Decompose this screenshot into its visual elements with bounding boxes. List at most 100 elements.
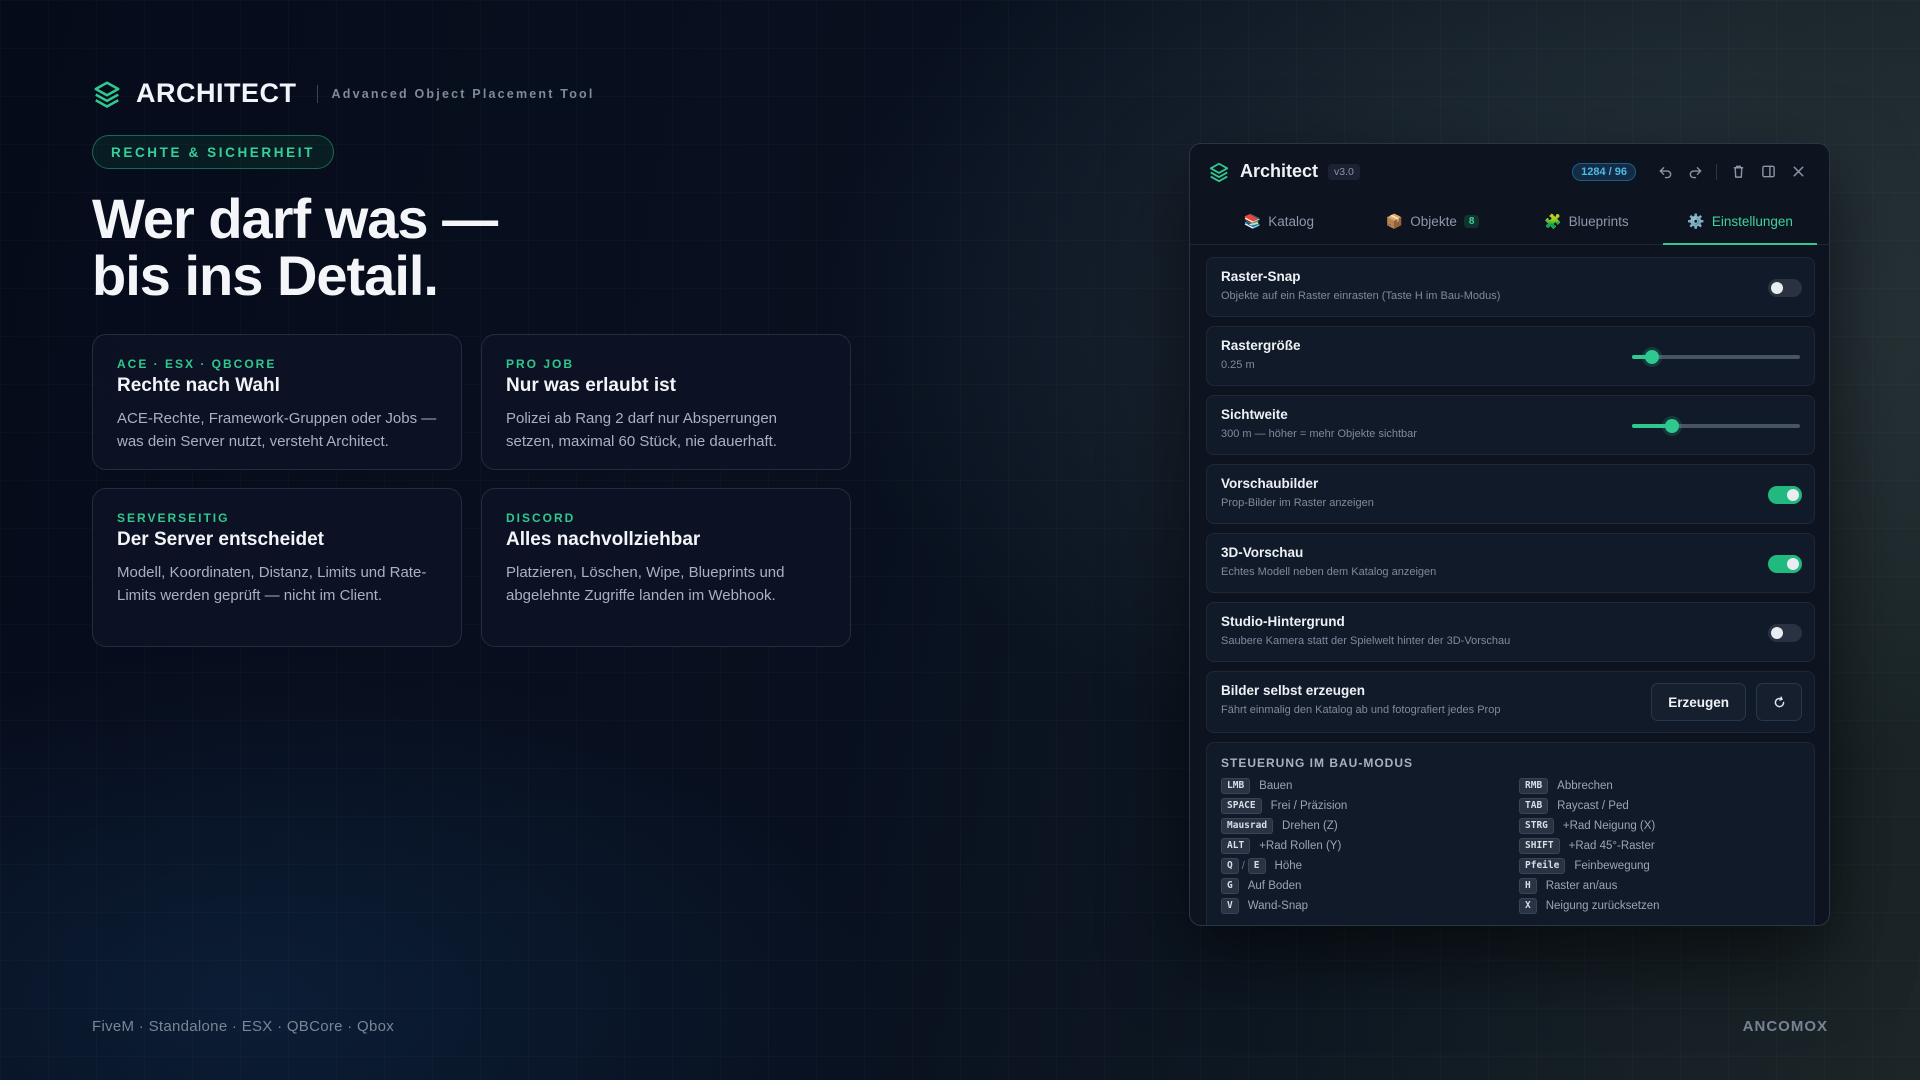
toggle-knob — [1771, 627, 1783, 639]
setting-title: Studio-Hintergrund — [1221, 614, 1345, 629]
feature-title: Nur was erlaubt ist — [506, 375, 676, 396]
feature-body: ACE-Rechte, Framework-Gruppen oder Jobs … — [117, 410, 437, 450]
control-item: H Raster an/aus — [1519, 876, 1809, 896]
controls-grid: LMB Bauen SPACE Frei / Präzision Mausrad Dr… — [1221, 776, 1800, 916]
feature-body: Platzieren, Löschen, Wipe, Blueprints un… — [506, 564, 785, 604]
control-label: Raster an/aus — [1545, 880, 1618, 892]
split-view-button[interactable] — [1753, 157, 1783, 187]
key-cap: G — [1221, 878, 1239, 894]
control-item: X Neigung zurücksetzen — [1519, 896, 1809, 916]
refresh-button[interactable] — [1756, 683, 1802, 721]
feature-title: Rechte nach Wahl — [117, 375, 280, 396]
redo-icon — [1689, 167, 1702, 179]
layers-logo-icon — [1208, 161, 1230, 183]
setting-sichtweite: Sichtweite 300 m — höher = mehr Objekte … — [1206, 395, 1815, 455]
headline-line-1: Wer darf was — — [92, 187, 498, 250]
control-label: Frei / Präzision — [1270, 800, 1348, 812]
key-cap: Mausrad — [1221, 818, 1274, 834]
key-cap: SHIFT — [1519, 838, 1560, 854]
tab-katalog[interactable]: 📚 Katalog — [1202, 199, 1356, 244]
tab-objekte[interactable]: 📦 Objekte 8 — [1356, 199, 1510, 244]
tab-count-badge: 8 — [1463, 215, 1480, 228]
brand-divider — [316, 84, 318, 103]
control-label: Neigung zurücksetzen — [1545, 900, 1660, 912]
undo-button[interactable] — [1650, 157, 1680, 187]
setting-bilder-erzeugen: Bilder selbst erzeugen Fährt einmalig de… — [1206, 671, 1815, 733]
control-item: ALT +Rad Rollen (Y) — [1221, 836, 1519, 856]
key-cap: V — [1221, 898, 1239, 914]
split-view-icon — [1761, 165, 1775, 178]
control-label: Auf Boden — [1247, 880, 1302, 892]
3d-vorschau-toggle[interactable] — [1768, 555, 1802, 573]
brand-header: ARCHITECT Advanced Object Placement Tool — [92, 78, 595, 109]
controls-column-left: LMB Bauen SPACE Frei / Präzision Mausrad Dr… — [1221, 776, 1519, 916]
control-label: Drehen (Z) — [1282, 820, 1338, 832]
generate-button[interactable]: Erzeugen — [1651, 683, 1746, 721]
control-item: Pfeile Feinbewegung — [1519, 856, 1809, 876]
controls-box: STEUERUNG IM BAU-MODUS LMB Bauen SPACE Fre… — [1206, 742, 1815, 925]
sichtweite-slider[interactable] — [1632, 419, 1800, 433]
setting-description: Echtes Modell neben dem Katalog anzeigen — [1221, 566, 1437, 578]
tab-bar: 📚 Katalog 📦 Objekte 8 🧩 Blueprints ⚙️ Ei… — [1190, 199, 1829, 245]
toggle-knob — [1787, 558, 1799, 570]
tab-blueprints[interactable]: 🧩 Blueprints — [1510, 199, 1664, 244]
setting-vorschaubilder: Vorschaubilder Prop-Bilder im Raster anz… — [1206, 464, 1815, 524]
window-titlebar: Architect v3.0 1284 / 96 — [1190, 144, 1829, 199]
key-cap: Pfeile — [1519, 858, 1566, 874]
setting-title: Vorschaubilder — [1221, 476, 1319, 491]
studio-hintergrund-toggle[interactable] — [1768, 624, 1802, 642]
control-label: Abbrechen — [1557, 780, 1613, 792]
delete-button[interactable] — [1723, 157, 1753, 187]
control-item: STRG +Rad Neigung (X) — [1519, 816, 1809, 836]
feature-title: Alles nachvollziehbar — [506, 529, 701, 550]
setting-title: Rastergröße — [1221, 338, 1301, 353]
raster-snap-toggle[interactable] — [1768, 279, 1802, 297]
setting-title: 3D-Vorschau — [1221, 545, 1304, 560]
feature-kicker: DISCORD — [506, 511, 576, 525]
brand-tagline: Advanced Object Placement Tool — [331, 86, 595, 101]
setting-description: Objekte auf ein Raster einrasten (Taste … — [1221, 290, 1501, 302]
control-label: +Rad Rollen (Y) — [1259, 840, 1342, 852]
feature-kicker: PRO JOB — [506, 357, 575, 371]
key-separator: / — [1241, 860, 1245, 872]
feature-body: Modell, Koordinaten, Distanz, Limits und… — [117, 564, 427, 604]
setting-description: 300 m — höher = mehr Objekte sichtbar — [1221, 428, 1417, 440]
headline-line-2: bis ins Detail. — [92, 244, 439, 307]
setting-description: Prop-Bilder im Raster anzeigen — [1221, 497, 1374, 509]
layers-logo-icon — [92, 79, 122, 109]
toggle-knob — [1771, 282, 1783, 294]
gear-icon: ⚙️ — [1687, 213, 1705, 229]
feature-kicker: ACE · ESX · QBCORE — [117, 357, 277, 371]
setting-title: Sichtweite — [1221, 407, 1288, 422]
window-title: Architect — [1240, 161, 1319, 181]
key-cap: Q — [1221, 858, 1239, 874]
control-label: Bauen — [1259, 780, 1293, 792]
close-button[interactable] — [1783, 157, 1813, 187]
key-cap: SPACE — [1221, 798, 1262, 814]
undo-icon — [1658, 167, 1671, 179]
tab-label: Katalog — [1268, 214, 1314, 229]
titlebar-divider — [1716, 163, 1717, 180]
control-label: +Rad Neigung (X) — [1562, 820, 1656, 832]
tab-einstellungen[interactable]: ⚙️ Einstellungen — [1663, 199, 1817, 245]
tab-label: Einstellungen — [1711, 214, 1793, 229]
settings-panel: Raster-Snap Objekte auf ein Raster einra… — [1206, 257, 1815, 925]
setting-title: Raster-Snap — [1221, 269, 1301, 284]
rastergroesse-slider[interactable] — [1632, 350, 1800, 364]
setting-raster-snap: Raster-Snap Objekte auf ein Raster einra… — [1206, 257, 1815, 317]
redo-button[interactable] — [1680, 157, 1710, 187]
key-cap: X — [1519, 898, 1537, 914]
feature-card: SERVERSEITIG Der Server entscheidet Mode… — [92, 488, 462, 647]
key-cap: E — [1247, 858, 1266, 874]
feature-title: Der Server entscheidet — [117, 529, 324, 550]
controls-column-right: RMB Abbrechen TAB Raycast / Ped STRG +Rad N… — [1519, 776, 1809, 916]
control-item: SPACE Frei / Präzision — [1221, 796, 1519, 816]
key-cap: ALT — [1221, 838, 1251, 854]
architect-window: Architect v3.0 1284 / 96 📚 Katalog 📦 Obj… — [1189, 143, 1830, 926]
package-icon: 📦 — [1385, 213, 1404, 229]
close-icon — [1793, 166, 1803, 177]
control-label: Raycast / Ped — [1557, 800, 1629, 812]
key-cap: TAB — [1519, 798, 1549, 814]
headline: Wer darf was — bis ins Detail. — [92, 190, 812, 304]
vorschaubilder-toggle[interactable] — [1768, 486, 1802, 504]
